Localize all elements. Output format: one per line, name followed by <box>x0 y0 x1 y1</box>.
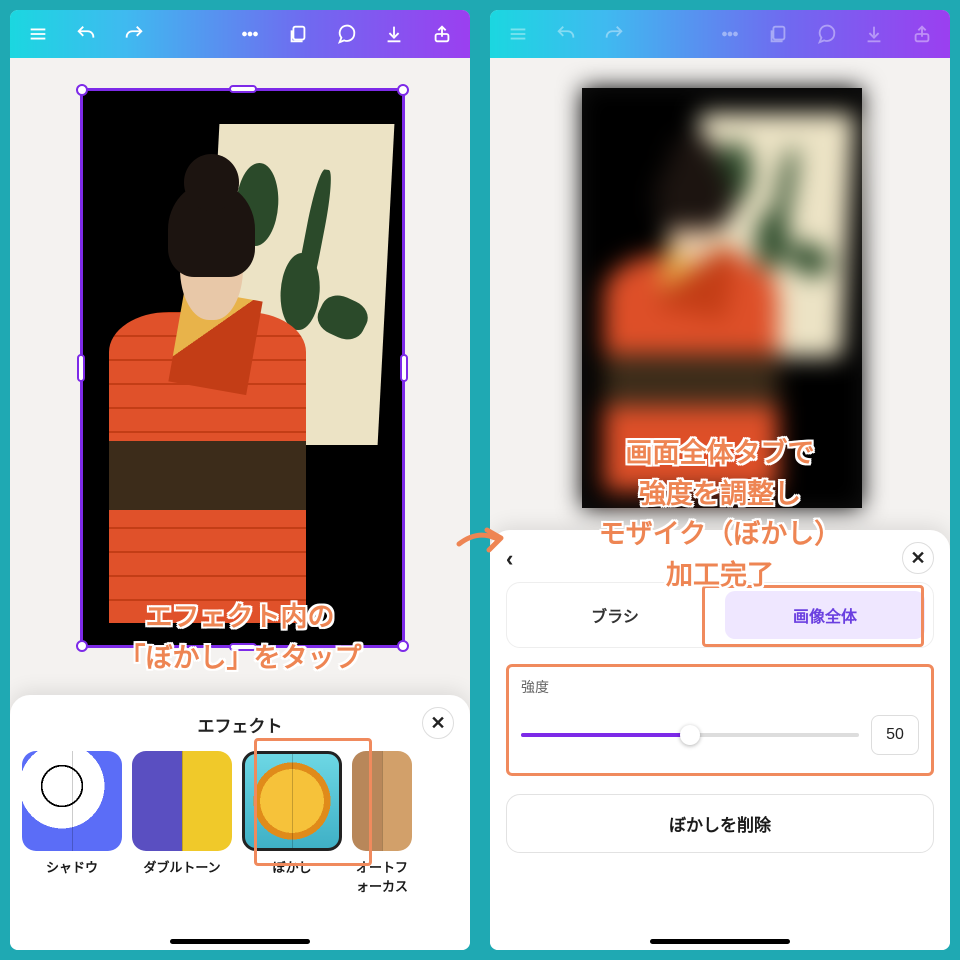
menu-icon[interactable] <box>496 12 540 56</box>
effect-thumb <box>242 751 342 851</box>
screenshot-left: エフェクト内の「ぼかし」をタップ エフェクト ✕ シャドウ ダブルトーン ぼかし <box>10 10 470 950</box>
effect-thumb <box>352 751 412 851</box>
toolbar <box>490 10 950 58</box>
comment-icon[interactable] <box>804 12 848 56</box>
effects-sheet: エフェクト ✕ シャドウ ダブルトーン ぼかし オートフォーカ <box>10 695 470 950</box>
toolbar <box>10 10 470 58</box>
resize-handle[interactable] <box>76 84 88 96</box>
more-icon[interactable] <box>708 12 752 56</box>
effect-label: シャドウ <box>22 857 122 876</box>
effect-label: オートフォーカス <box>352 857 412 895</box>
resize-handle[interactable] <box>400 354 408 382</box>
undo-icon[interactable] <box>64 12 108 56</box>
image-content <box>83 91 402 645</box>
resize-handle[interactable] <box>397 84 409 96</box>
close-button[interactable]: ✕ <box>422 707 454 739</box>
intensity-slider[interactable] <box>521 733 859 737</box>
tab-whole-image[interactable]: 画像全体 <box>725 591 925 639</box>
share-icon[interactable] <box>420 12 464 56</box>
home-indicator <box>170 939 310 944</box>
effect-label: ぼかし <box>242 857 342 876</box>
close-button[interactable]: ✕ <box>902 542 934 574</box>
effects-row: シャドウ ダブルトーン ぼかし オートフォーカス <box>20 747 460 895</box>
intensity-value[interactable]: 50 <box>871 715 919 755</box>
remove-blur-button[interactable]: ぼかしを削除 <box>506 794 934 853</box>
effect-shadow[interactable]: シャドウ <box>22 751 122 895</box>
effect-duotone[interactable]: ダブルトーン <box>132 751 232 895</box>
intensity-control: 強度 50 <box>506 664 934 776</box>
effect-autofocus[interactable]: オートフォーカス <box>352 751 412 895</box>
download-icon[interactable] <box>852 12 896 56</box>
share-icon[interactable] <box>900 12 944 56</box>
tab-brush[interactable]: ブラシ <box>515 591 715 639</box>
annotation-text: エフェクト内の「ぼかし」をタップ <box>119 597 362 678</box>
more-icon[interactable] <box>228 12 272 56</box>
home-indicator <box>650 939 790 944</box>
redo-icon[interactable] <box>592 12 636 56</box>
effect-blur[interactable]: ぼかし <box>242 751 342 895</box>
back-button[interactable]: ‹ <box>506 546 513 572</box>
comment-icon[interactable] <box>324 12 368 56</box>
undo-icon[interactable] <box>544 12 588 56</box>
resize-handle[interactable] <box>397 640 409 652</box>
arrow-right-icon <box>455 520 505 565</box>
canvas[interactable] <box>10 58 470 688</box>
annotation-text: 画面全体タブで強度を調整しモザイク（ぼかし）加工完了 <box>599 433 841 595</box>
sheet-title: エフェクト <box>198 712 283 737</box>
download-icon[interactable] <box>372 12 416 56</box>
pages-icon[interactable] <box>756 12 800 56</box>
effect-thumb <box>22 751 122 851</box>
menu-icon[interactable] <box>16 12 60 56</box>
screenshot-right: 画面全体タブで強度を調整しモザイク（ぼかし）加工完了 ‹ ✕ ブラシ 画像全体 … <box>490 10 950 950</box>
resize-handle[interactable] <box>77 354 85 382</box>
pages-icon[interactable] <box>276 12 320 56</box>
redo-icon[interactable] <box>112 12 156 56</box>
resize-handle[interactable] <box>76 640 88 652</box>
effect-thumb <box>132 751 232 851</box>
resize-handle[interactable] <box>229 85 257 93</box>
selected-image[interactable] <box>80 88 405 648</box>
slider-label: 強度 <box>521 677 919 697</box>
effect-label: ダブルトーン <box>132 857 232 876</box>
